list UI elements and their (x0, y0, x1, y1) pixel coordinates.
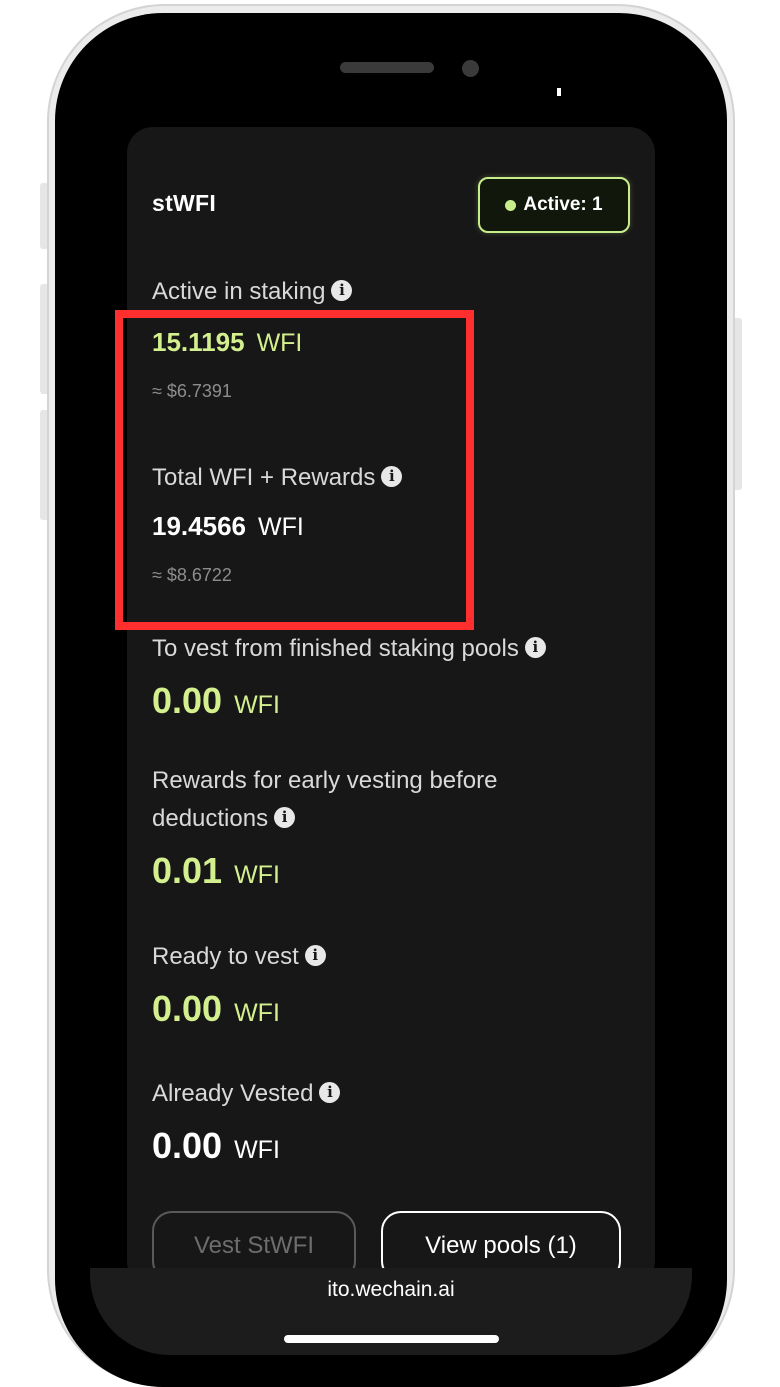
url-text[interactable]: ito.wechain.ai (90, 1278, 692, 1302)
speaker-grille (340, 62, 434, 73)
ready-to-vest-unit: WFI (234, 999, 280, 1027)
status-indicator (557, 88, 561, 96)
to-vest-text: To vest from finished staking pools (152, 635, 519, 662)
info-icon[interactable]: i (524, 637, 546, 658)
early-vesting-amount: 0.01 WFI (152, 850, 280, 892)
screenshot-stage: stWFI Active: 1 Active in staking i 15.11… (0, 0, 780, 1387)
already-vested-amount: 0.00 WFI (152, 1125, 280, 1167)
to-vest-amount: 0.00 WFI (152, 680, 280, 722)
early-vesting-text: deductions (152, 805, 269, 832)
ready-to-vest-amount: 0.00 WFI (152, 988, 280, 1030)
home-indicator[interactable] (284, 1335, 499, 1343)
to-vest-label: To vest from finished staking pools i (152, 630, 546, 668)
active-badge[interactable]: Active: 1 (478, 177, 630, 233)
info-icon[interactable]: i (319, 1082, 341, 1103)
already-vested-label: Already Vested i (152, 1075, 341, 1113)
highlight-annotation-box (115, 310, 474, 630)
already-vested-text: Already Vested (152, 1080, 314, 1107)
active-badge-label: Active: 1 (523, 194, 603, 215)
info-icon[interactable]: i (331, 280, 353, 301)
early-vesting-label-line2: deductions i (152, 800, 296, 838)
early-vesting-label-line1: Rewards for early vesting before (152, 767, 498, 794)
notch (248, 50, 564, 96)
to-vest-unit: WFI (234, 691, 280, 719)
info-icon[interactable]: i (274, 807, 296, 828)
active-in-staking-label: Active in staking i (152, 273, 353, 311)
card-title: stWFI (152, 190, 217, 216)
early-vesting-value: 0.01 (152, 850, 223, 891)
ready-to-vest-value: 0.00 (152, 988, 223, 1029)
already-vested-value: 0.00 (152, 1125, 223, 1166)
to-vest-value: 0.00 (152, 680, 223, 721)
already-vested-unit: WFI (234, 1136, 280, 1164)
ready-to-vest-text: Ready to vest (152, 943, 299, 970)
ready-to-vest-label: Ready to vest i (152, 938, 326, 976)
active-in-staking-text: Active in staking (152, 278, 326, 305)
status-dot-icon (505, 199, 517, 211)
front-camera (462, 60, 479, 77)
info-icon[interactable]: i (304, 945, 326, 966)
early-vesting-unit: WFI (234, 861, 280, 889)
